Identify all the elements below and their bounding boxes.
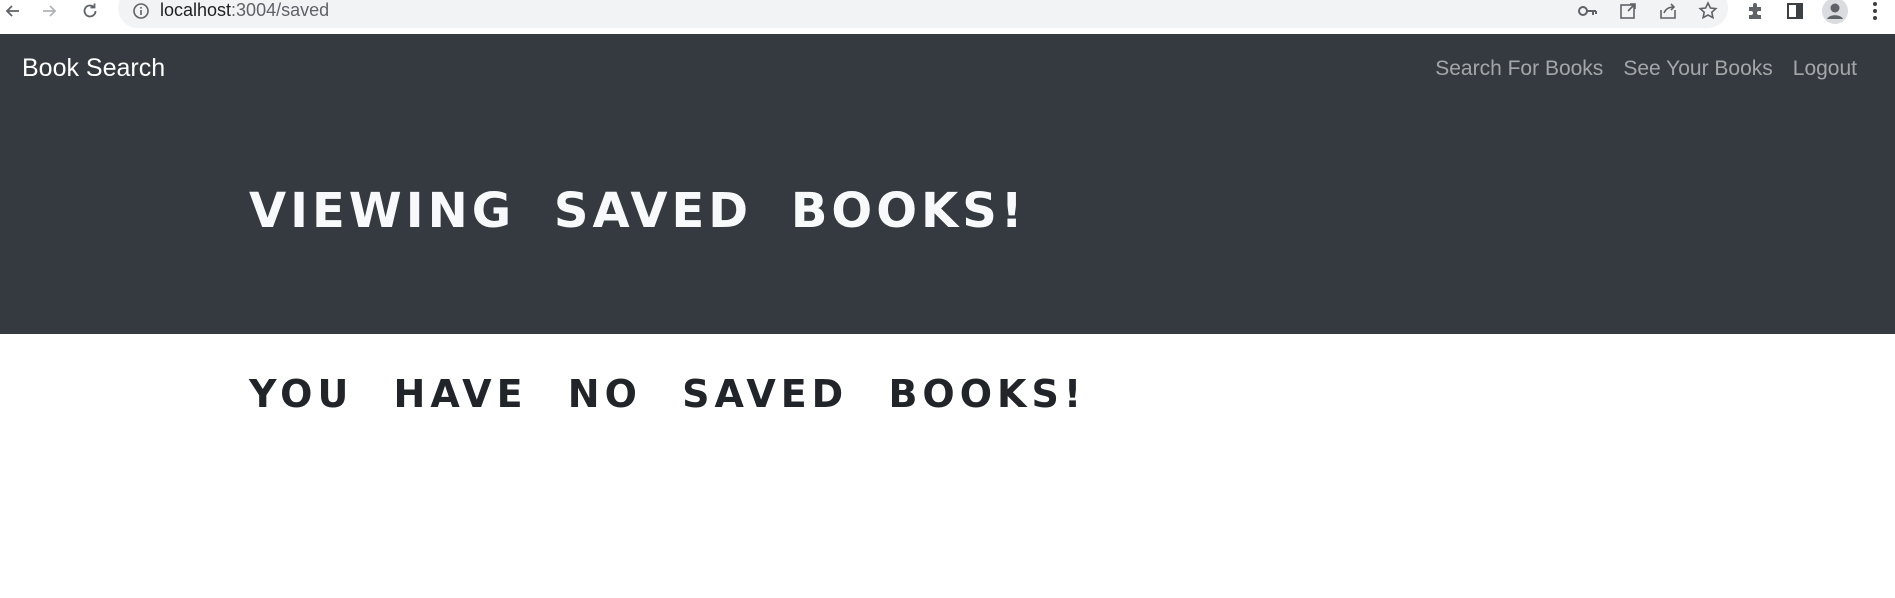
- empty-state-message: YOU HAVE NO SAVED BOOKS!: [249, 372, 1087, 416]
- nav-logout[interactable]: Logout: [1793, 55, 1857, 83]
- kebab-menu-icon[interactable]: [1855, 0, 1895, 22]
- info-icon[interactable]: [132, 2, 150, 20]
- side-panel-icon[interactable]: [1775, 0, 1815, 22]
- key-icon[interactable]: [1568, 0, 1608, 22]
- url-host: localhost: [160, 0, 232, 20]
- brand-link[interactable]: Book Search: [22, 52, 165, 84]
- top-navbar: Book Search Search For Books See Your Bo…: [0, 34, 1895, 102]
- forward-arrow-icon[interactable]: [36, 0, 62, 22]
- profile-avatar-icon[interactable]: [1815, 0, 1855, 24]
- browser-toolbar: localhost:3004/saved: [0, 0, 1895, 34]
- url-path: :3004/saved: [231, 0, 330, 20]
- nav-links: Search For Books See Your Books Logout: [1435, 55, 1857, 83]
- nav-search-for-books[interactable]: Search For Books: [1435, 55, 1603, 83]
- reload-icon[interactable]: [77, 0, 103, 22]
- address-bar[interactable]: localhost:3004/saved: [118, 0, 1728, 28]
- page-title: VIEWING SAVED BOOKS!: [249, 183, 1027, 239]
- url-text[interactable]: localhost:3004/saved: [160, 0, 329, 20]
- open-external-icon[interactable]: [1608, 0, 1648, 22]
- puzzle-icon[interactable]: [1735, 0, 1775, 22]
- share-icon[interactable]: [1648, 0, 1688, 22]
- jumbotron: VIEWING SAVED BOOKS!: [0, 102, 1895, 334]
- back-arrow-icon[interactable]: [0, 0, 26, 22]
- star-icon[interactable]: [1688, 0, 1728, 22]
- nav-see-your-books[interactable]: See Your Books: [1623, 55, 1772, 83]
